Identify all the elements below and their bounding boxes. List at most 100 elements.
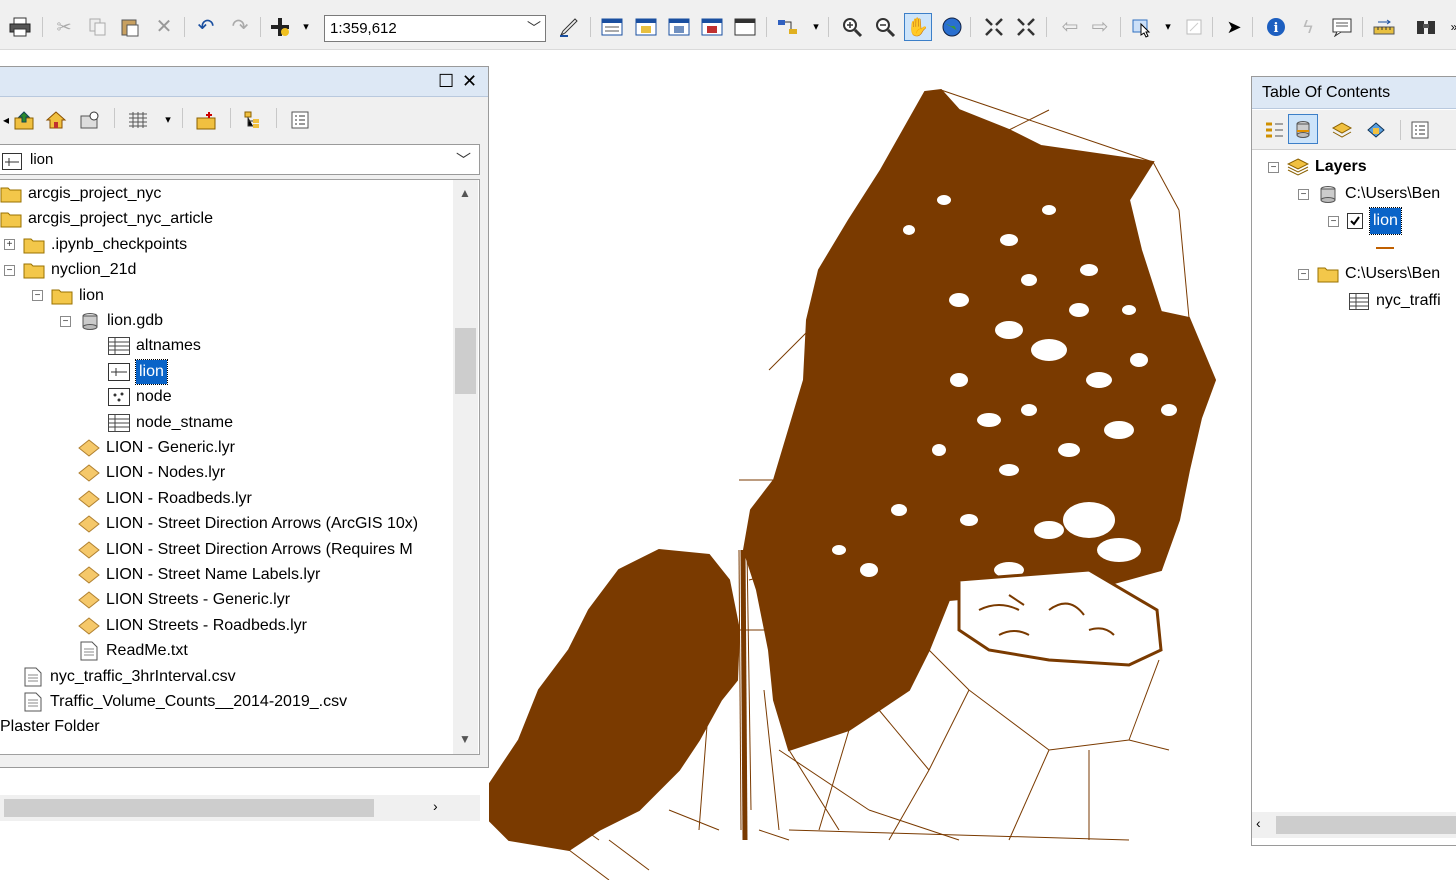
arctoolbox-icon[interactable]: [700, 15, 724, 39]
add-data-icon[interactable]: [268, 15, 292, 39]
scroll-down-arrow-icon[interactable]: ▼: [459, 732, 471, 746]
add-data-dropdown-icon[interactable]: ▾: [294, 15, 318, 39]
select-dropdown-icon[interactable]: ▾: [1156, 15, 1180, 39]
identify-icon[interactable]: i: [1264, 15, 1288, 39]
expand-icon[interactable]: +: [4, 239, 15, 251]
home-folder-icon[interactable]: [44, 108, 68, 132]
list-by-visibility-icon[interactable]: [1330, 118, 1354, 142]
find-binoculars-icon[interactable]: [1414, 15, 1438, 39]
catalog-tree-item[interactable]: Plaster Folder: [0, 715, 100, 739]
toc-layer-lion-row[interactable]: − lion: [1328, 207, 1402, 235]
toc-folder-row[interactable]: − C:\Users\Ben: [1298, 261, 1440, 287]
select-features-icon[interactable]: [1130, 15, 1154, 39]
model-builder-icon[interactable]: [776, 15, 800, 39]
toc-workspace-row[interactable]: − C:\Users\Ben: [1298, 181, 1440, 207]
collapse-icon[interactable]: −: [1298, 188, 1309, 200]
location-combobox[interactable]: lion ﹀: [0, 144, 480, 175]
back-extent-arrow-icon[interactable]: ⇦: [1058, 15, 1082, 39]
maximize-icon[interactable]: ☐: [438, 71, 454, 91]
catalog-tree-item[interactable]: LION Streets - Roadbeds.lyr: [78, 614, 307, 638]
scroll-left-arrow-icon[interactable]: ‹: [1256, 815, 1261, 831]
zoom-out-icon[interactable]: [873, 15, 897, 39]
search-window-icon[interactable]: [667, 15, 691, 39]
options-list-icon[interactable]: [288, 108, 312, 132]
toc-table-row[interactable]: nyc_traffi: [1348, 288, 1441, 314]
fixed-zoom-out-icon[interactable]: [1014, 15, 1038, 39]
redo-icon[interactable]: ↷: [228, 15, 252, 39]
catalog-tree-item[interactable]: node_stname: [108, 411, 233, 435]
table-of-contents-icon[interactable]: [600, 15, 624, 39]
paste-icon[interactable]: [118, 15, 142, 39]
list-by-drawing-order-icon[interactable]: [1262, 118, 1286, 142]
list-by-selection-icon[interactable]: [1364, 118, 1388, 142]
python-window-icon[interactable]: [733, 15, 757, 39]
vertical-scrollbar[interactable]: ▲ ▼: [453, 180, 478, 754]
view-toggle-icon[interactable]: [126, 108, 150, 132]
chevron-down-icon[interactable]: ﹀: [527, 16, 541, 41]
catalog-tree-item[interactable]: arcgis_project_nyc_article: [0, 207, 213, 231]
select-elements-arrow-icon[interactable]: ➤: [1222, 15, 1246, 39]
scroll-right-arrow-icon[interactable]: ›: [433, 798, 438, 814]
horizontal-scrollbar[interactable]: ›: [0, 795, 480, 821]
catalog-tree-item[interactable]: Traffic_Volume_Counts__2014-2019_.csv: [22, 690, 347, 714]
catalog-window-icon[interactable]: [634, 15, 658, 39]
toc-layers-row[interactable]: − Layers: [1268, 154, 1367, 180]
scrollbar-thumb[interactable]: [455, 328, 476, 394]
map-scale-combobox[interactable]: 1:359,612 ﹀: [324, 15, 546, 42]
toc-title[interactable]: Table Of Contents: [1252, 77, 1456, 109]
catalog-tree-item[interactable]: LION - Street Direction Arrows (Requires…: [78, 538, 413, 562]
print-icon[interactable]: [8, 15, 32, 39]
layer-visibility-checkbox[interactable]: [1347, 213, 1363, 229]
connect-folder-icon[interactable]: [78, 108, 102, 132]
zoom-in-icon[interactable]: [840, 15, 864, 39]
catalog-tree-item[interactable]: arcgis_project_nyc: [0, 182, 161, 206]
full-extent-globe-icon[interactable]: [940, 15, 964, 39]
collapse-icon[interactable]: −: [1268, 161, 1279, 173]
new-item-icon[interactable]: [194, 108, 218, 132]
close-icon[interactable]: ✕: [462, 71, 477, 91]
chevron-down-icon[interactable]: ﹀: [456, 146, 471, 175]
catalog-tree-item[interactable]: − lion: [32, 284, 104, 308]
catalog-tree-item[interactable]: nyc_traffic_3hrInterval.csv: [22, 665, 236, 689]
view-dropdown-icon[interactable]: ▾: [156, 108, 180, 132]
undo-icon[interactable]: ↶: [194, 15, 218, 39]
catalog-tree-item[interactable]: LION Streets - Generic.lyr: [78, 588, 290, 612]
scroll-up-arrow-icon[interactable]: ▲: [459, 186, 471, 200]
html-popup-icon[interactable]: [1330, 15, 1354, 39]
catalog-tree-item[interactable]: LION - Generic.lyr: [78, 436, 235, 460]
collapse-icon[interactable]: −: [32, 290, 43, 302]
catalog-titlebar[interactable]: ☐ ✕: [0, 67, 488, 97]
catalog-tree-item[interactable]: LION - Street Direction Arrows (ArcGIS 1…: [78, 512, 418, 536]
toolbar-options-icon[interactable]: ▾: [804, 15, 828, 39]
map-view[interactable]: [489, 50, 1249, 880]
scrollbar-thumb[interactable]: [4, 799, 374, 817]
toc-options-icon[interactable]: [1408, 118, 1432, 142]
list-by-source-icon[interactable]: [1288, 114, 1318, 144]
catalog-tree-item[interactable]: LION - Nodes.lyr: [78, 461, 225, 485]
measure-ruler-icon[interactable]: [1372, 15, 1396, 39]
cut-icon[interactable]: ✂: [52, 15, 76, 39]
catalog-tree-item[interactable]: LION - Roadbeds.lyr: [78, 487, 252, 511]
collapse-icon[interactable]: −: [1328, 215, 1339, 227]
collapse-icon[interactable]: −: [60, 315, 71, 327]
catalog-tree-item[interactable]: − lion.gdb: [60, 309, 163, 333]
collapse-icon[interactable]: −: [1298, 268, 1309, 280]
scrollbar-thumb[interactable]: [1276, 816, 1456, 834]
catalog-tree-item[interactable]: LION - Street Name Labels.lyr: [78, 563, 320, 587]
toggle-contents-tree-icon[interactable]: [242, 108, 266, 132]
toolbar-overflow-icon[interactable]: »: [1442, 15, 1456, 39]
up-one-level-icon[interactable]: [12, 108, 36, 132]
catalog-tree-item[interactable]: node: [108, 385, 172, 409]
clear-selection-icon[interactable]: [1182, 15, 1206, 39]
hyperlink-lightning-icon[interactable]: ϟ: [1296, 15, 1320, 39]
catalog-tree-item[interactable]: lion: [108, 358, 168, 385]
catalog-tree-item[interactable]: + .ipynb_checkpoints: [4, 233, 187, 257]
copy-icon[interactable]: [86, 15, 110, 39]
forward-extent-arrow-icon[interactable]: ⇨: [1088, 15, 1112, 39]
horizontal-scrollbar[interactable]: ‹: [1252, 812, 1456, 838]
catalog-tree-item[interactable]: − nyclion_21d: [4, 258, 136, 282]
collapse-icon[interactable]: −: [4, 264, 15, 276]
pan-hand-icon[interactable]: ✋: [904, 13, 932, 41]
fixed-zoom-in-icon[interactable]: [982, 15, 1006, 39]
catalog-tree-item[interactable]: altnames: [108, 334, 201, 358]
